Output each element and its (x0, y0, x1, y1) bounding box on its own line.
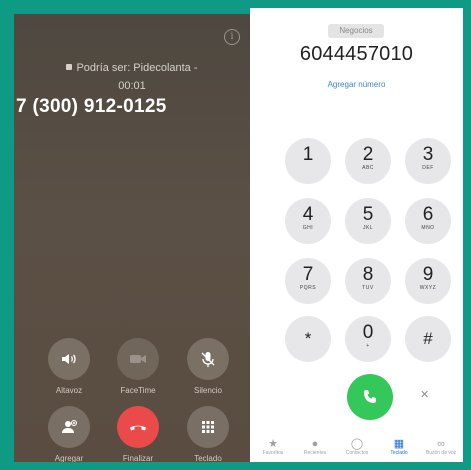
add-call-button[interactable] (48, 406, 90, 448)
key-digit: 1 (302, 144, 314, 165)
video-icon (130, 355, 146, 363)
end-call-button[interactable] (117, 406, 159, 448)
key-star[interactable]: * (285, 316, 331, 362)
info-icon[interactable]: i (224, 29, 240, 45)
key-letters: + (366, 343, 370, 349)
key-digit: 4 (302, 204, 314, 225)
key-letters: JKL (362, 225, 374, 231)
dialed-number: 6044457010 (299, 43, 414, 65)
tab-keypad[interactable]: ▦ Teclado (380, 438, 418, 456)
call-timer: 00:01 (118, 80, 146, 92)
call-number: 7 (300) 912-0125 (16, 96, 167, 117)
key-8[interactable]: 8 TUV (345, 258, 391, 304)
key-digit: 3 (422, 144, 434, 165)
key-7[interactable]: 7 PQRS (285, 258, 331, 304)
clock-icon: ● (311, 438, 319, 450)
business-icon (66, 64, 73, 70)
key-3[interactable]: 3 DEF (405, 138, 451, 184)
business-badge-label: Negocios (339, 26, 373, 35)
keypad-screen: Negocios 6044457010 Agregar número 1 2 AB… (250, 8, 463, 462)
delete-icon[interactable]: ✕ (420, 388, 429, 401)
key-digit: 2 (362, 144, 374, 165)
key-digit: * (304, 329, 312, 348)
caller-label-text: Podría ser: Pidecolanta - (76, 62, 198, 74)
tab-label: Favoritos (262, 450, 284, 456)
tab-recents[interactable]: ● Recientes (296, 438, 334, 456)
key-hash[interactable]: # (405, 316, 451, 362)
tab-contacts[interactable]: ◯ Contactos (338, 438, 376, 456)
voicemail-icon: ∞ (437, 438, 445, 450)
tab-voicemail[interactable]: ∞ Buzón de voz (422, 438, 460, 456)
key-9[interactable]: 9 WXYZ (405, 258, 451, 304)
facetime-button[interactable] (117, 338, 159, 380)
end-call-icon (130, 425, 146, 431)
key-letters: MNO (421, 225, 435, 231)
speaker-button[interactable] (48, 338, 90, 380)
key-1[interactable]: 1 (285, 138, 331, 184)
key-letters: ABC (362, 165, 374, 171)
key-5[interactable]: 5 JKL (345, 198, 391, 244)
mute-label: Silencio (193, 386, 222, 395)
key-6[interactable]: 6 MNO (405, 198, 451, 244)
key-letters: GHI (302, 225, 314, 231)
speaker-icon (62, 354, 76, 364)
key-0[interactable]: 0 + (345, 316, 391, 362)
key-digit: 9 (422, 264, 434, 285)
key-letters: PQRS (299, 285, 317, 291)
business-badge: Negocios (328, 24, 384, 38)
tab-label: Contactos (345, 450, 369, 456)
tab-bar: ★ Favoritos ● Recientes ◯ Contactos ▦ Teclad… (250, 438, 463, 462)
key-4[interactable]: 4 GHI (285, 198, 331, 244)
tab-favorites[interactable]: ★ Favoritos (254, 438, 292, 456)
key-digit: 6 (422, 204, 434, 225)
speaker-label: Altavoz (55, 386, 83, 395)
keypad-icon: ▦ (393, 438, 405, 450)
key-letters: DEF (422, 165, 434, 171)
contact-icon: ◯ (350, 438, 364, 450)
caller-label: Podría ser: Pidecolanta - (14, 62, 250, 75)
call-button[interactable] (347, 374, 393, 420)
tab-label: Recientes (303, 450, 327, 456)
keypad-button[interactable] (187, 406, 229, 448)
add-number-link[interactable]: Agregar número (250, 80, 463, 89)
mic-mute-icon (201, 352, 215, 367)
key-letters: TUV (362, 285, 374, 291)
key-digit: 0 (362, 322, 374, 343)
end-call-label: Finalizar (122, 454, 154, 462)
keypad-icon (202, 421, 214, 433)
add-call-icon (62, 420, 77, 433)
facetime-label: FaceTime (120, 386, 156, 395)
phone-icon (364, 390, 376, 403)
screenshot-frame: i Podría ser: Pidecolanta - 00:01 7 (300… (8, 8, 463, 462)
tab-label: Teclado (390, 450, 408, 456)
key-digit: 5 (362, 204, 374, 225)
star-icon: ★ (268, 438, 278, 450)
key-2[interactable]: 2 ABC (345, 138, 391, 184)
key-digit: # (423, 329, 433, 348)
tab-label: Buzón de voz (425, 450, 457, 456)
key-letters: WXYZ (419, 285, 437, 291)
in-call-screen: i Podría ser: Pidecolanta - 00:01 7 (300… (14, 14, 250, 462)
mute-button[interactable] (187, 338, 229, 380)
keypad-label: Teclado (194, 454, 222, 462)
add-call-label: Agregar (54, 454, 84, 462)
key-digit: 7 (302, 264, 314, 285)
key-digit: 8 (362, 264, 374, 285)
